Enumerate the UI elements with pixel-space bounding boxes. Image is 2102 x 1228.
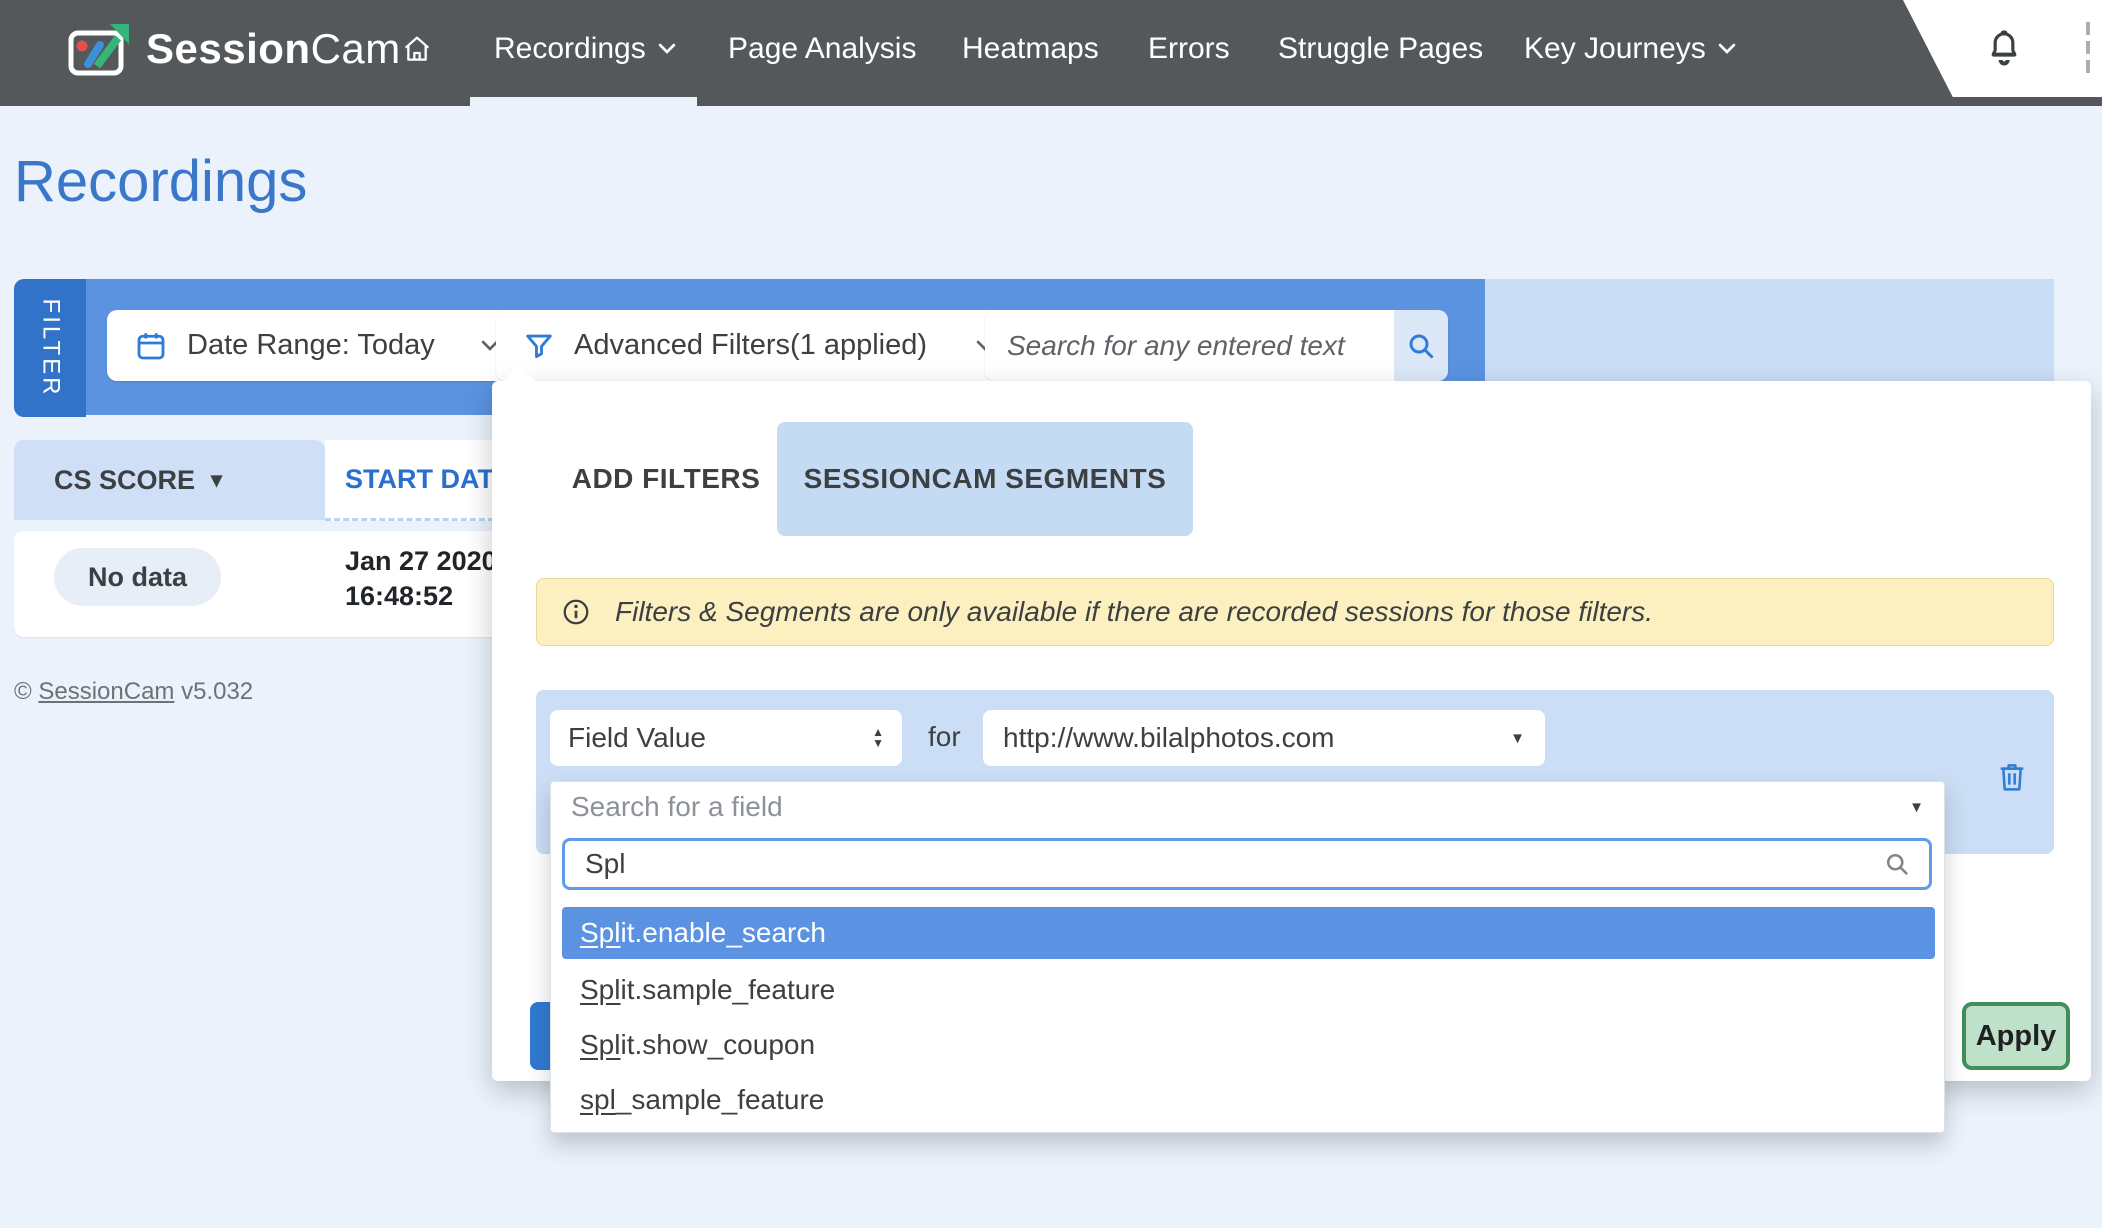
- sessioncam-link[interactable]: SessionCam: [38, 678, 174, 705]
- sessioncam-logo-icon: [66, 20, 132, 78]
- chevron-down-icon: [658, 43, 676, 54]
- column-header-cs-score[interactable]: CS SCORE ▾: [14, 440, 325, 520]
- text-search-input[interactable]: [985, 310, 1394, 381]
- search-submit-button[interactable]: [1394, 310, 1448, 381]
- navbar-corner-panel: [1903, 0, 2102, 97]
- page-title: Recordings: [14, 148, 307, 215]
- version-label: v5.032: [181, 678, 253, 705]
- cs-score-badge: No data: [54, 548, 221, 606]
- suggestion-item[interactable]: spl_sample_feature: [562, 1074, 1935, 1126]
- tab-add-filters[interactable]: ADD FILTERS: [556, 422, 776, 536]
- nav-recordings[interactable]: Recordings: [494, 0, 676, 97]
- nav-key-journeys[interactable]: Key Journeys: [1524, 0, 1736, 97]
- field-search-box: [562, 838, 1932, 890]
- apply-button[interactable]: Apply: [1962, 1002, 2070, 1070]
- notifications-bell-icon[interactable]: [1984, 26, 2024, 70]
- nav-struggle-pages[interactable]: Struggle Pages: [1278, 0, 1483, 97]
- tab-sessioncam-segments[interactable]: SESSIONCAM SEGMENTS: [777, 422, 1193, 536]
- delete-filter-icon[interactable]: [1996, 758, 2028, 794]
- nav-heatmaps[interactable]: Heatmaps: [962, 0, 1099, 97]
- footer: © SessionCam v5.032: [14, 678, 253, 706]
- field-select-collapsed[interactable]: Search for a field ▼: [551, 782, 1944, 832]
- active-tab-indicator: [470, 97, 697, 106]
- chevron-down-icon: [1718, 43, 1736, 54]
- search-icon: [1405, 330, 1437, 362]
- column-header-start-date[interactable]: START DATE: [325, 440, 512, 521]
- home-icon: [400, 33, 434, 65]
- field-type-select[interactable]: Field Value ▲▼: [550, 710, 902, 766]
- nav-page-analysis[interactable]: Page Analysis: [728, 0, 916, 97]
- nav-home[interactable]: [400, 0, 434, 97]
- info-banner: Filters & Segments are only available if…: [536, 578, 2054, 646]
- search-icon: [1883, 850, 1911, 878]
- dropdown-arrow-icon: ▼: [1510, 730, 1525, 747]
- info-icon: [561, 597, 591, 627]
- app-screen: SessionCam Recordings Page Analysis Heat…: [0, 0, 2102, 1228]
- suggestion-item[interactable]: Split.enable_search: [562, 907, 1935, 959]
- suggestion-item[interactable]: Split.show_coupon: [562, 1019, 1935, 1071]
- funnel-icon: [522, 329, 556, 363]
- site-select[interactable]: http://www.bilalphotos.com ▼: [983, 710, 1545, 766]
- navbar: SessionCam Recordings Page Analysis Heat…: [0, 0, 2102, 106]
- dropdown-arrow-icon: ▼: [1909, 799, 1924, 816]
- text-search-box: [985, 310, 1448, 381]
- field-search-dropdown: Search for a field ▼ Split.enable_search…: [550, 781, 1945, 1133]
- date-range-button[interactable]: Date Range: Today: [107, 310, 525, 381]
- brand-logo[interactable]: SessionCam: [66, 0, 401, 97]
- more-options-icon[interactable]: [2086, 22, 2090, 73]
- info-banner-text: Filters & Segments are only available if…: [615, 596, 1653, 628]
- sort-desc-icon: ▾: [211, 467, 222, 493]
- field-search-input[interactable]: [583, 847, 1883, 881]
- nav-errors[interactable]: Errors: [1148, 0, 1230, 97]
- calendar-icon: [133, 328, 169, 364]
- select-spinner-icon: ▲▼: [872, 727, 884, 749]
- suggestion-item[interactable]: Split.sample_feature: [562, 964, 1935, 1016]
- filter-side-tab[interactable]: FILTER: [14, 279, 86, 417]
- for-label: for: [928, 721, 961, 753]
- brand-name: SessionCam: [146, 25, 401, 73]
- table-row[interactable]: No data Jan 27 2020, 16:48:52: [14, 531, 540, 637]
- advanced-filters-button[interactable]: Advanced Filters(1 applied): [496, 310, 1020, 381]
- start-date-cell: Jan 27 2020, 16:48:52: [345, 544, 504, 614]
